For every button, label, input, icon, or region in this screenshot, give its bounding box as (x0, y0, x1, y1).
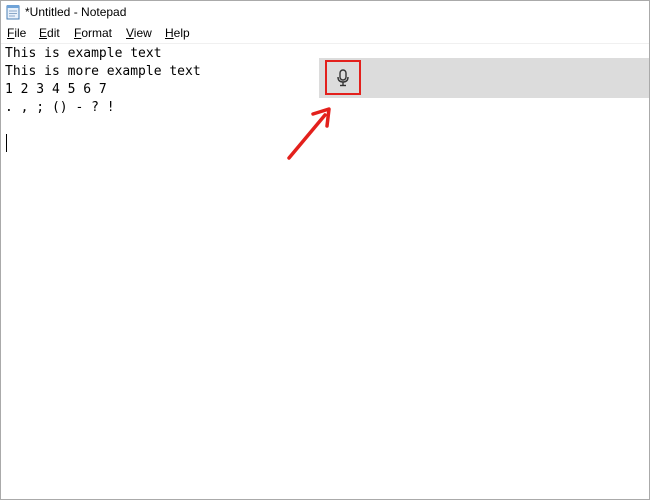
menu-edit[interactable]: Edit (38, 25, 61, 42)
menu-file[interactable]: File (6, 25, 27, 42)
editor-line-3: 1 2 3 4 5 6 7 (5, 82, 107, 97)
text-caret (6, 134, 7, 152)
menu-edit-label: dit (47, 26, 60, 40)
menu-format[interactable]: Format (73, 25, 113, 42)
editor-line-2: This is more example text (5, 64, 201, 79)
notepad-app-icon[interactable] (5, 4, 21, 20)
menu-view-accel: V (126, 26, 134, 40)
editor-line-4: . , ; () - ? ! (5, 100, 115, 115)
dictation-toolbar (319, 58, 649, 98)
window-title: *Untitled - Notepad (25, 5, 127, 19)
menu-view[interactable]: View (125, 25, 153, 42)
menu-bar: File Edit Format View Help (1, 24, 649, 44)
title-bar[interactable]: *Untitled - Notepad (1, 1, 649, 23)
menu-help-accel: H (165, 26, 174, 40)
menu-help-label: elp (173, 26, 190, 40)
editor-line-1: This is example text (5, 46, 162, 61)
menu-edit-accel: E (39, 26, 48, 40)
microphone-icon (336, 69, 350, 87)
menu-format-label: ormat (81, 26, 113, 40)
menu-view-label: iew (133, 26, 152, 40)
menu-help[interactable]: Help (164, 25, 191, 42)
notepad-window: *Untitled - Notepad File Edit Format Vie… (0, 0, 650, 500)
annotation-arrow (287, 107, 331, 160)
dictation-microphone-button[interactable] (325, 60, 361, 95)
menu-file-label: ile (14, 26, 27, 40)
